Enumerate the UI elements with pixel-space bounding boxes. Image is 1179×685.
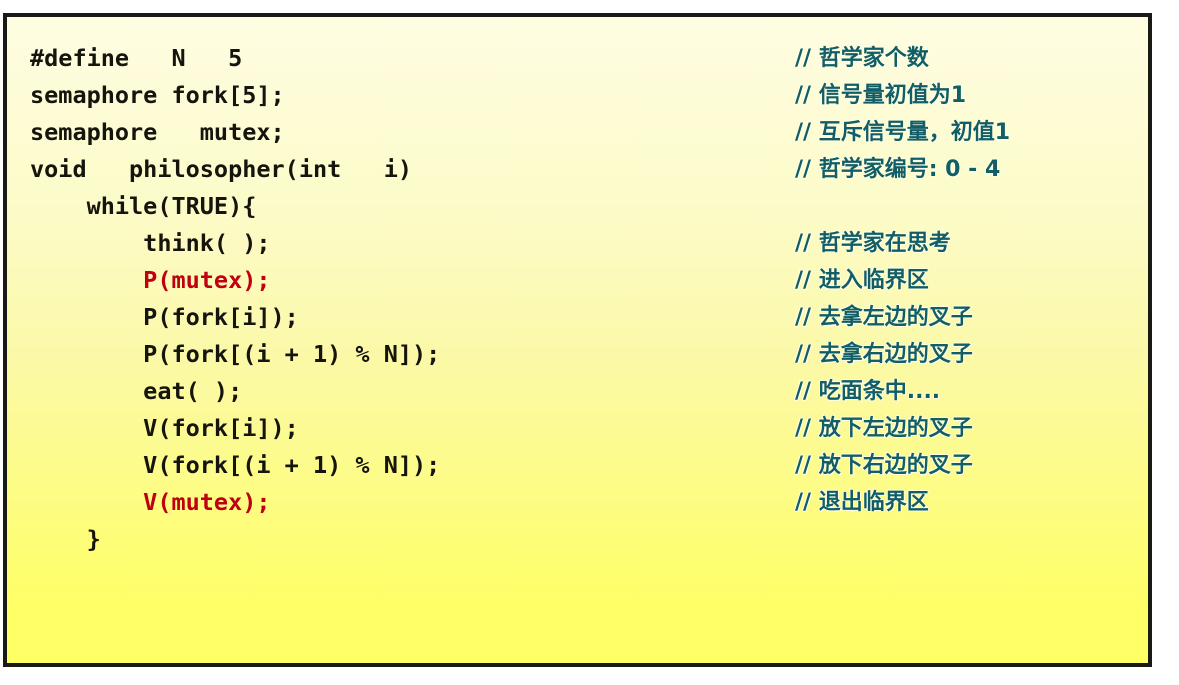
code-statement: void philosopher(int i)	[30, 155, 413, 183]
code-comment: // 互斥信号量，初值1	[795, 120, 1011, 145]
slide-root: #define N 5 // 哲学家个数 semaphore fork[5]; // …	[0, 0, 1179, 685]
code-line: P(fork[i]); // 去拿左边的叉子	[7, 299, 1148, 336]
code-statement: think( );	[30, 229, 271, 257]
code-line: #define N 5 // 哲学家个数	[7, 40, 1148, 77]
code-comment: // 去拿左边的叉子	[795, 305, 973, 330]
code-comment: // 哲学家个数	[795, 46, 929, 71]
code-listing-panel: #define N 5 // 哲学家个数 semaphore fork[5]; // …	[3, 13, 1152, 667]
code-line: P(fork[(i + 1) % N]); // 去拿右边的叉子	[7, 336, 1148, 373]
code-statement: }	[30, 525, 101, 553]
code-statement: V(fork[i]);	[30, 414, 299, 442]
code-line: void philosopher(int i) // 哲学家编号: 0 - 4	[7, 151, 1148, 188]
code-line: V(fork[(i + 1) % N]); // 放下右边的叉子	[7, 447, 1148, 484]
code-statement: semaphore fork[5];	[30, 81, 285, 109]
code-statement: P(fork[i]);	[30, 303, 299, 331]
code-statement: eat( );	[30, 377, 243, 405]
code-line: eat( ); // 吃面条中....	[7, 373, 1148, 410]
code-statement: while(TRUE){	[30, 192, 257, 220]
code-comment: // 进入临界区	[795, 268, 929, 293]
code-line: think( ); // 哲学家在思考	[7, 225, 1148, 262]
code-comment: // 吃面条中....	[795, 379, 941, 404]
code-line: semaphore fork[5]; // 信号量初值为1	[7, 77, 1148, 114]
code-comment: // 信号量初值为1	[795, 83, 967, 108]
code-statement: semaphore mutex;	[30, 118, 285, 146]
code-comment: // 哲学家在思考	[795, 231, 951, 256]
code-statement: V(fork[(i + 1) % N]);	[30, 451, 441, 479]
code-statement: P(fork[(i + 1) % N]);	[30, 340, 441, 368]
code-comment: // 退出临界区	[795, 490, 929, 515]
code-statement: #define N 5	[30, 44, 243, 72]
code-comment: // 哲学家编号: 0 - 4	[795, 157, 1001, 182]
code-line: V(fork[i]); // 放下左边的叉子	[7, 410, 1148, 447]
code-line: while(TRUE){	[7, 188, 1148, 225]
code-line: semaphore mutex; // 互斥信号量，初值1	[7, 114, 1148, 151]
code-comment: // 放下右边的叉子	[795, 453, 973, 478]
code-comment: // 去拿右边的叉子	[795, 342, 973, 367]
code-statement-highlighted: P(mutex);	[30, 266, 271, 294]
code-lines-container: #define N 5 // 哲学家个数 semaphore fork[5]; // …	[7, 17, 1148, 663]
code-line: }	[7, 521, 1148, 558]
code-statement-highlighted: V(mutex);	[30, 488, 271, 516]
code-line: V(mutex); // 退出临界区	[7, 484, 1148, 521]
code-line: P(mutex); // 进入临界区	[7, 262, 1148, 299]
code-comment: // 放下左边的叉子	[795, 416, 973, 441]
